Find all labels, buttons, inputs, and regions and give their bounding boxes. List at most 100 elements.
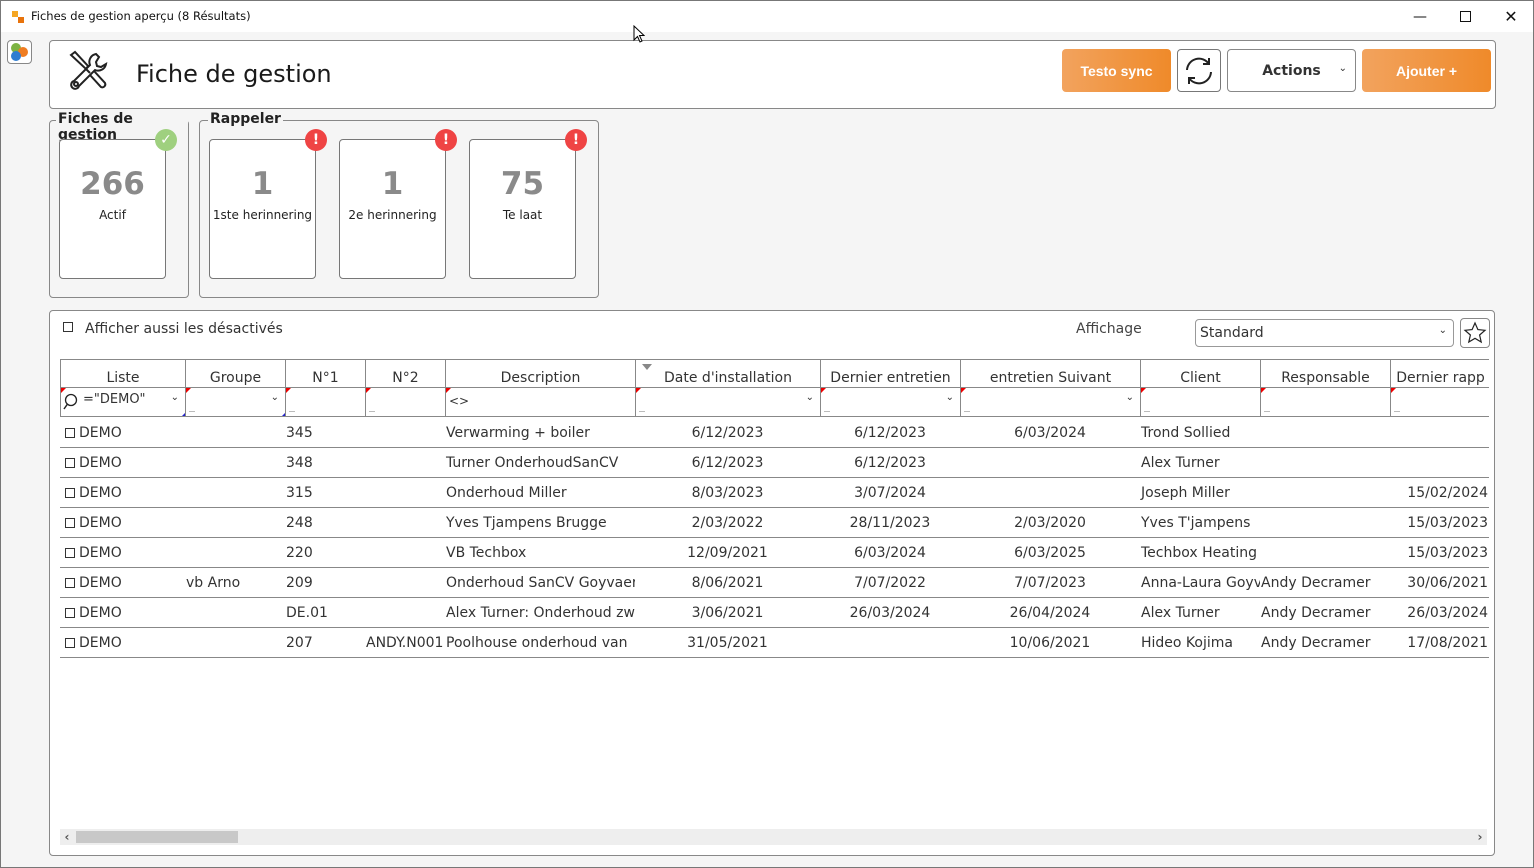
table-row[interactable]: DEMO vb Arno 209 Onderhoud SanCV Goyvaer 8/0… [60,568,1489,598]
row-checkbox[interactable] [65,517,75,528]
table-cell: Hideo Kojima [1140,628,1260,657]
row-checkbox[interactable] [65,427,75,438]
horizontal-scrollbar[interactable]: ‹ › [60,829,1487,845]
table-cell: 17/08/2021 [1390,628,1489,657]
column-header[interactable]: Date d'installation [635,360,820,388]
table-cell [1390,448,1489,477]
stat-value: 1 [251,166,274,202]
empty-filter-placeholder [1144,411,1150,412]
row-checkbox[interactable] [65,457,75,468]
chevron-down-icon[interactable]: ⌄ [1126,392,1134,403]
table-cell: 6/03/2025 [960,538,1140,567]
column-filter-input[interactable]: ⌄ [185,388,285,416]
show-disabled-checkbox[interactable] [63,322,73,332]
table-cell [1260,418,1390,447]
column-header[interactable]: entretien Suivant [960,360,1140,388]
column-filter-input[interactable] [1260,388,1390,416]
chevron-down-icon[interactable]: ⌄ [806,392,814,403]
cell-value: DEMO [79,634,122,651]
module-menu-button[interactable] [7,40,32,64]
row-checkbox[interactable] [65,637,75,648]
column-filter-input[interactable] [1390,388,1489,416]
cell-value: DEMO [79,424,122,441]
table-row[interactable]: DEMO 248 Yves Tjampens Brugge 2/03/2022 28/1… [60,508,1489,538]
table-row[interactable]: DEMO 348 Turner OnderhoudSanCV 6/12/2023 6/1… [60,448,1489,478]
column-filter-input[interactable] [365,388,445,416]
scrollbar-thumb[interactable] [76,831,238,843]
table-cell: 30/06/2021 [1390,568,1489,597]
table-cell [365,508,445,537]
column-header[interactable]: Client [1140,360,1260,388]
column-header[interactable]: Groupe [185,360,285,388]
column-header-label: Dernier rapp [1396,370,1485,386]
filter-marker-icon [446,388,451,393]
scroll-right-icon[interactable]: › [1473,829,1487,845]
table-row[interactable]: DEMO 207 ANDY.N001 Poolhouse onderhoud van 3… [60,628,1489,658]
cell-value: 7/07/2022 [854,574,926,591]
column-filter-input[interactable]: ⌄ [635,388,820,416]
column-header-label: Description [500,370,581,386]
row-checkbox[interactable] [65,547,75,558]
table-cell [185,598,285,627]
column-header[interactable]: Liste [60,360,185,388]
column-filter-input[interactable]: ⌄ [960,388,1140,416]
column-header[interactable]: N°1 [285,360,365,388]
column-filter-input[interactable]: <> [445,388,635,416]
column-header[interactable]: Description [445,360,635,388]
row-checkbox[interactable] [65,607,75,618]
table-cell [1260,478,1390,507]
favorite-button[interactable] [1460,318,1490,348]
table-cell [820,628,960,657]
table-cell: 6/03/2024 [820,538,960,567]
show-disabled-toggle[interactable]: Afficher aussi les désactivés [63,321,283,337]
stat-card-second-reminder[interactable]: 1 2e herinnering [339,139,446,279]
table-row[interactable]: DEMO 315 Onderhoud Miller 8/03/2023 3/07/202… [60,478,1489,508]
cell-value: 10/06/2021 [1009,634,1091,651]
table-cell: 8/06/2021 [635,568,820,597]
cell-value: 31/05/2021 [687,634,768,651]
maximize-button[interactable] [1442,1,1488,32]
table-cell: 6/12/2023 [635,418,820,447]
column-filter-input[interactable]: ="DEMO" ⌄ [60,388,185,416]
row-checkbox[interactable] [65,577,75,588]
table-cell [365,418,445,447]
scroll-left-icon[interactable]: ‹ [60,829,74,845]
chevron-down-icon[interactable]: ⌄ [171,392,179,403]
minimize-button[interactable]: — [1397,1,1443,32]
chevron-down-icon[interactable]: ⌄ [271,392,279,403]
table-row[interactable]: DEMO 220 VB Techbox 12/09/2021 6/03/2024 6/03… [60,538,1489,568]
column-filter-input[interactable] [285,388,365,416]
table-row[interactable]: DEMO 345 Verwarming + boiler 6/12/2023 6/12/… [60,418,1489,448]
stat-card-first-reminder[interactable]: 1 1ste herinnering [209,139,316,279]
stat-card-actif[interactable]: 266 Actif [59,139,166,279]
table-cell: 220 [285,538,365,567]
table-cell: 2/03/2022 [635,508,820,537]
column-header[interactable]: N°2 [365,360,445,388]
column-header[interactable]: Dernier rapp [1390,360,1489,388]
affichage-select[interactable]: Standard ⌄ [1195,319,1454,347]
stat-value: 75 [500,166,545,202]
add-button[interactable]: Ajouter + [1362,49,1491,92]
refresh-button[interactable] [1177,49,1221,92]
filter-marker-icon [821,388,826,393]
close-button[interactable]: ✕ [1488,1,1534,32]
stat-card-late[interactable]: 75 Te laat [469,139,576,279]
table-row[interactable]: DEMO DE.01 Alex Turner: Onderhoud zw 3/06/2… [60,598,1489,628]
actions-dropdown[interactable]: Actions ⌄ [1227,49,1356,92]
column-filter-input[interactable]: ⌄ [820,388,960,416]
table-cell: Yves Tjampens Brugge [445,508,635,537]
column-header[interactable]: Dernier entretien [820,360,960,388]
table-cell: Andy Decramer [1260,628,1390,657]
cell-value: 220 [286,544,313,561]
cell-value: 6/12/2023 [854,424,926,441]
row-checkbox[interactable] [65,487,75,498]
column-header[interactable]: Responsable [1260,360,1390,388]
filter-marker-icon [1391,388,1396,393]
chevron-down-icon[interactable]: ⌄ [946,392,954,403]
testo-sync-button[interactable]: Testo sync [1062,49,1171,92]
column-filter-input[interactable] [1140,388,1260,416]
table-cell: Turner OnderhoudSanCV [445,448,635,477]
cell-value: 3/07/2024 [854,484,926,501]
cell-value: 6/12/2023 [691,424,764,441]
cell-value: Yves Tjampens Brugge [446,514,607,531]
